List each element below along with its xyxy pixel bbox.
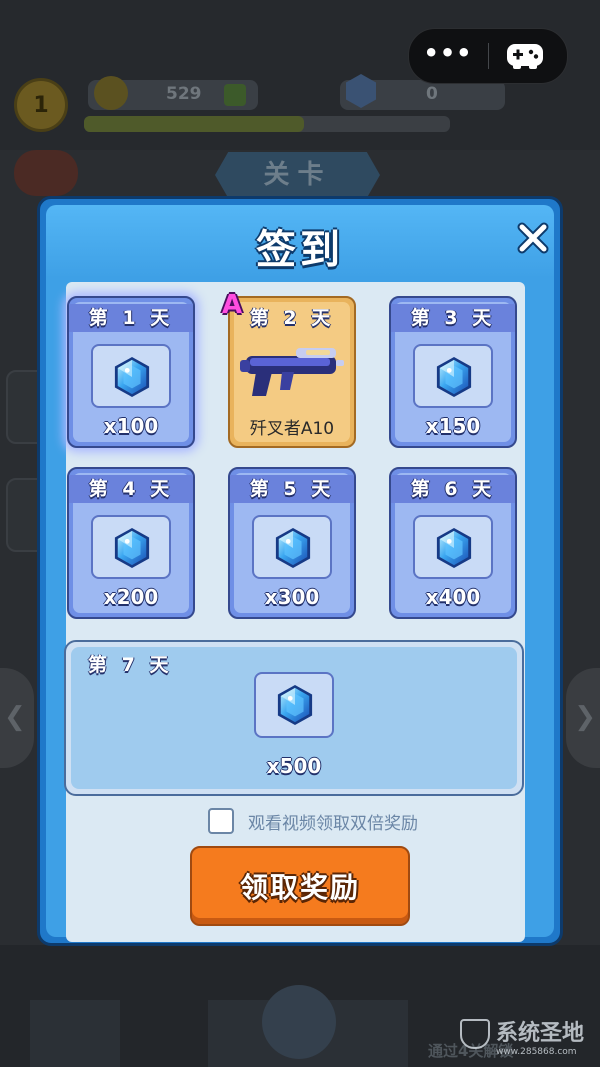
dialog-title: 签到 bbox=[256, 227, 344, 273]
claim-reward-label: 领取奖励 bbox=[239, 871, 360, 904]
day-label: 第 7 天 bbox=[88, 654, 173, 676]
event-badge-icon bbox=[14, 150, 78, 196]
coin-value: 529 bbox=[166, 84, 202, 104]
day-1-card[interactable]: 第 1 天 x100 bbox=[67, 296, 195, 448]
rifle-icon bbox=[240, 348, 344, 396]
day-label: 第 2 天 bbox=[249, 307, 335, 329]
reward-amount: x200 bbox=[103, 585, 159, 609]
day-2-card[interactable]: 第 2 天 A 歼叉者A10 bbox=[222, 290, 356, 448]
bottom-tile bbox=[30, 1000, 120, 1067]
gamepad-icon[interactable] bbox=[505, 41, 545, 71]
gem-icon bbox=[113, 356, 151, 398]
reward-slot bbox=[413, 344, 493, 408]
player-level-badge: 1 bbox=[14, 78, 68, 132]
day-label: 第 1 天 bbox=[69, 304, 193, 332]
gem-icon bbox=[113, 527, 151, 569]
coin-counter: 529 bbox=[88, 76, 258, 110]
gem-value: 0 bbox=[426, 84, 438, 104]
xp-bar-fill bbox=[84, 116, 304, 132]
chevron-left-icon: ❮ bbox=[4, 702, 26, 732]
reward-slot bbox=[254, 672, 334, 738]
more-options-button[interactable]: ••• bbox=[409, 29, 487, 83]
double-reward-checkbox[interactable] bbox=[208, 808, 234, 834]
reward-slot bbox=[91, 344, 171, 408]
day-7-card[interactable]: 第 7 天 x500 bbox=[64, 640, 524, 796]
day-5-card[interactable]: 第 5 天 x300 bbox=[228, 467, 356, 619]
reward-amount: x150 bbox=[425, 414, 481, 438]
reward-amount: x500 bbox=[266, 754, 322, 778]
reward-amount: x300 bbox=[264, 585, 320, 609]
capsule-divider bbox=[488, 43, 489, 69]
gem-icon bbox=[276, 684, 314, 726]
rarity-badge: A bbox=[222, 290, 243, 320]
chevron-right-icon: ❯ bbox=[574, 702, 596, 732]
reward-slot bbox=[252, 515, 332, 579]
day-3-card[interactable]: 第 3 天 x150 bbox=[389, 296, 517, 448]
day-label: 第 4 天 bbox=[69, 475, 193, 503]
reward-name: 歼叉者A10 bbox=[249, 419, 335, 439]
day-label: 第 5 天 bbox=[230, 475, 354, 503]
close-icon[interactable] bbox=[516, 221, 550, 255]
day-label: 第 6 天 bbox=[391, 475, 515, 503]
watermark-brand: 系统圣地 bbox=[496, 1021, 585, 1046]
watermark-url: www.285868.com bbox=[496, 1047, 577, 1057]
shield-logo-icon bbox=[460, 1019, 490, 1049]
next-stage-arrow: ❯ bbox=[566, 668, 600, 768]
gem-counter: 0 bbox=[340, 74, 505, 110]
gem-icon bbox=[346, 74, 376, 108]
double-reward-label: 观看视频领取双倍奖励 bbox=[248, 814, 418, 834]
watermark: 系统圣地 www.285868.com bbox=[460, 1015, 584, 1057]
gem-icon bbox=[274, 527, 312, 569]
reward-amount: x100 bbox=[103, 414, 159, 438]
claim-reward-button[interactable]: 领取奖励 bbox=[190, 846, 410, 926]
reward-amount: x400 bbox=[425, 585, 481, 609]
add-coin-icon bbox=[224, 84, 246, 106]
mini-program-capsule: ••• bbox=[408, 28, 568, 84]
stage-banner: 关卡 bbox=[215, 152, 380, 198]
xp-bar bbox=[84, 116, 450, 132]
prev-stage-arrow: ❮ bbox=[0, 668, 34, 768]
day-4-card[interactable]: 第 4 天 x200 bbox=[67, 467, 195, 619]
coin-icon bbox=[94, 76, 128, 110]
day-label: 第 3 天 bbox=[391, 304, 515, 332]
gem-icon bbox=[435, 356, 473, 398]
reward-slot bbox=[413, 515, 493, 579]
gem-icon bbox=[435, 527, 473, 569]
reward-slot bbox=[91, 515, 171, 579]
day-6-card[interactable]: 第 6 天 x400 bbox=[389, 467, 517, 619]
shield-icon bbox=[262, 985, 336, 1059]
